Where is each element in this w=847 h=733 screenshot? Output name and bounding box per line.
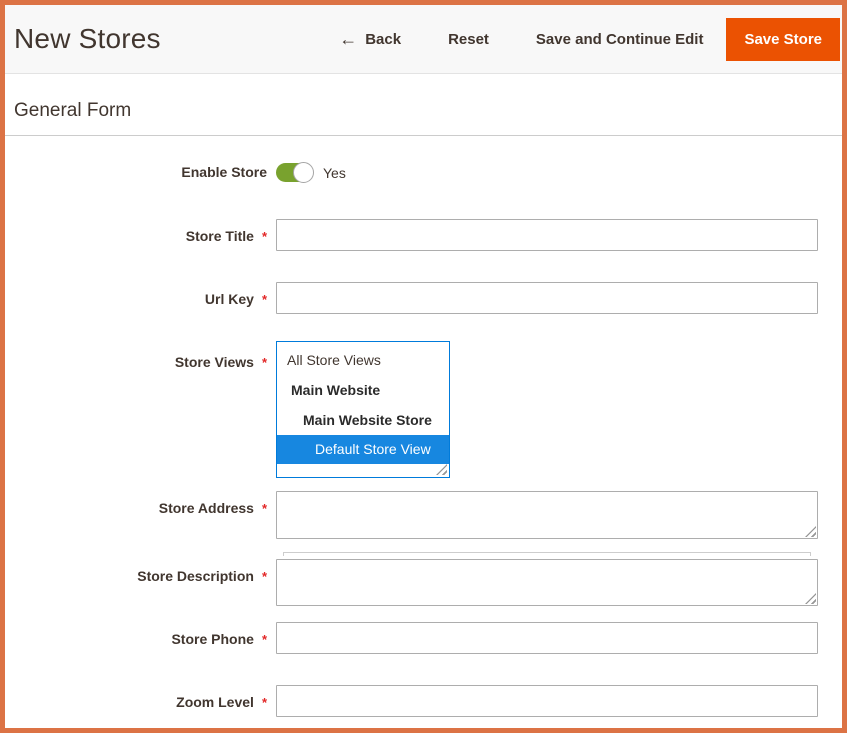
option-all-store-views[interactable]: All Store Views (277, 345, 449, 375)
reset-button[interactable]: Reset (448, 31, 489, 48)
store-address-label: Store Address (159, 500, 254, 516)
enable-store-row: Enable Store Yes (5, 162, 842, 182)
option-main-website[interactable]: Main Website (277, 375, 449, 405)
required-asterisk: * (262, 695, 267, 711)
store-title-row: Store Title * (5, 219, 842, 251)
back-button-label: Back (365, 31, 401, 48)
enable-store-label: Enable Store (181, 164, 267, 180)
required-asterisk: * (262, 569, 267, 585)
required-asterisk: * (262, 501, 267, 517)
store-title-field (276, 219, 818, 251)
store-address-row: Store Address * (5, 491, 842, 539)
general-form: Enable Store Yes Store Title * Url Key * (5, 136, 842, 717)
store-description-label: Store Description (137, 568, 254, 584)
enable-store-state: Yes (323, 165, 346, 181)
store-views-row: Store Views * All Store Views Main Websi… (5, 341, 842, 478)
page-header: New Stores ← Back Reset Save and Continu… (5, 5, 842, 74)
store-views-listbox[interactable]: All Store Views Main Website Main Websit… (276, 341, 450, 478)
store-phone-field (276, 622, 818, 654)
url-key-row: Url Key * (5, 282, 842, 314)
store-views-field: All Store Views Main Website Main Websit… (276, 341, 450, 478)
toggle-knob (293, 162, 314, 183)
option-main-website-store[interactable]: Main Website Store (277, 405, 449, 435)
page-title: New Stores (14, 23, 161, 55)
back-button[interactable]: ← Back (339, 30, 401, 48)
zoom-level-row: Zoom Level * (5, 685, 842, 717)
store-description-label-wrap: Store Description * (5, 559, 267, 585)
header-actions: ← Back Reset Save and Continue Edit Save… (339, 18, 840, 61)
zoom-level-input[interactable] (276, 685, 818, 717)
required-asterisk: * (262, 292, 267, 308)
collapsed-textarea-artifact (283, 552, 811, 556)
resize-handle-icon[interactable] (436, 464, 447, 475)
required-asterisk: * (262, 355, 267, 371)
store-phone-label-wrap: Store Phone * (5, 622, 267, 648)
url-key-label-wrap: Url Key * (5, 282, 267, 308)
new-store-page: { "page": { "title": "New Stores" }, "he… (0, 0, 847, 733)
save-and-continue-button[interactable]: Save and Continue Edit (536, 31, 704, 48)
section-title: General Form (14, 100, 833, 122)
save-and-continue-label: Save and Continue Edit (536, 31, 704, 48)
store-title-label-wrap: Store Title * (5, 219, 267, 245)
reset-button-label: Reset (448, 31, 489, 48)
zoom-level-label: Zoom Level (176, 694, 254, 710)
store-title-input[interactable] (276, 219, 818, 251)
store-description-textarea[interactable] (276, 559, 818, 606)
store-address-label-wrap: Store Address * (5, 491, 267, 517)
zoom-level-field (276, 685, 818, 717)
option-default-store-view[interactable]: Default Store View (277, 435, 449, 464)
enable-store-label-wrap: Enable Store (5, 162, 267, 180)
store-description-row: Store Description * (5, 559, 842, 606)
enable-store-field: Yes (276, 162, 346, 182)
enable-store-toggle[interactable] (276, 163, 313, 182)
url-key-input[interactable] (276, 282, 818, 314)
section-header: General Form (5, 74, 842, 136)
store-description-field (276, 559, 818, 606)
store-address-field (276, 491, 818, 539)
back-arrow-icon: ← (339, 30, 357, 48)
store-views-label: Store Views (175, 354, 254, 370)
zoom-level-label-wrap: Zoom Level * (5, 685, 267, 711)
store-phone-input[interactable] (276, 622, 818, 654)
store-address-textarea[interactable] (276, 491, 818, 539)
store-phone-row: Store Phone * (5, 622, 842, 654)
url-key-label: Url Key (205, 291, 254, 307)
required-asterisk: * (262, 229, 267, 245)
save-store-button[interactable]: Save Store (726, 18, 840, 61)
store-phone-label: Store Phone (171, 631, 253, 647)
url-key-field (276, 282, 818, 314)
required-asterisk: * (262, 632, 267, 648)
store-title-label: Store Title (186, 228, 254, 244)
store-views-label-wrap: Store Views * (5, 341, 267, 371)
